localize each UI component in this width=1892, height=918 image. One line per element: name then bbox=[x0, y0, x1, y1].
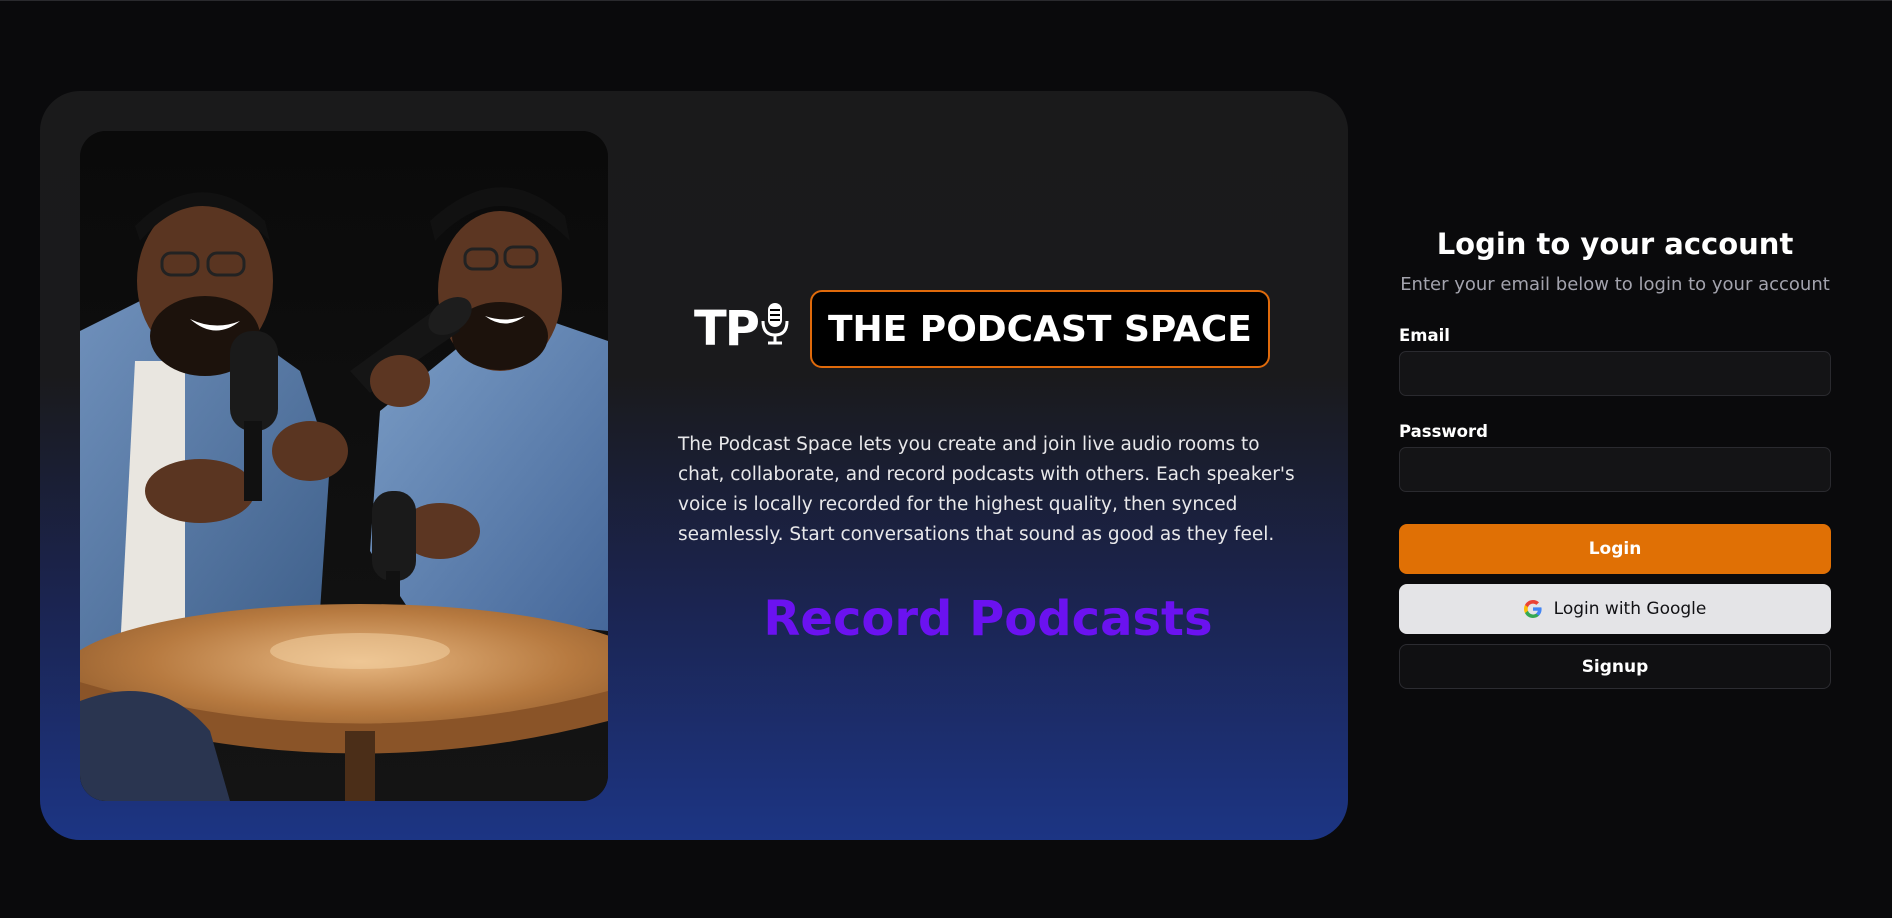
podcast-hosts-photo bbox=[80, 131, 608, 801]
hero-card: TP THE PODCAST SPACE The Podcast Space l… bbox=[40, 91, 1348, 840]
password-label: Password bbox=[1399, 422, 1488, 441]
password-field[interactable] bbox=[1399, 447, 1831, 492]
login-button[interactable]: Login bbox=[1399, 524, 1831, 574]
google-button-label: Login with Google bbox=[1553, 599, 1707, 619]
tp-logo: TP bbox=[694, 301, 794, 357]
login-title: Login to your account bbox=[1436, 227, 1794, 261]
brand-title: THE PODCAST SPACE bbox=[828, 308, 1252, 350]
brand: TP THE PODCAST SPACE bbox=[694, 290, 1270, 368]
email-field[interactable] bbox=[1399, 351, 1831, 396]
email-label: Email bbox=[1399, 326, 1450, 345]
microphone-icon bbox=[758, 301, 790, 357]
login-panel: Login to your account Enter your email b… bbox=[1399, 224, 1831, 689]
signup-button[interactable]: Signup bbox=[1399, 644, 1831, 689]
login-subtitle: Enter your email below to login to your … bbox=[1400, 274, 1830, 295]
logo-text: TP bbox=[694, 301, 760, 357]
hero-description: The Podcast Space lets you create and jo… bbox=[678, 433, 1295, 545]
google-icon bbox=[1523, 600, 1542, 618]
brand-title-box: THE PODCAST SPACE bbox=[810, 290, 1270, 368]
google-login-button[interactable]: Login with Google bbox=[1399, 584, 1831, 634]
hero-tagline: Record Podcasts bbox=[763, 591, 1213, 647]
top-border bbox=[0, 0, 1892, 1]
